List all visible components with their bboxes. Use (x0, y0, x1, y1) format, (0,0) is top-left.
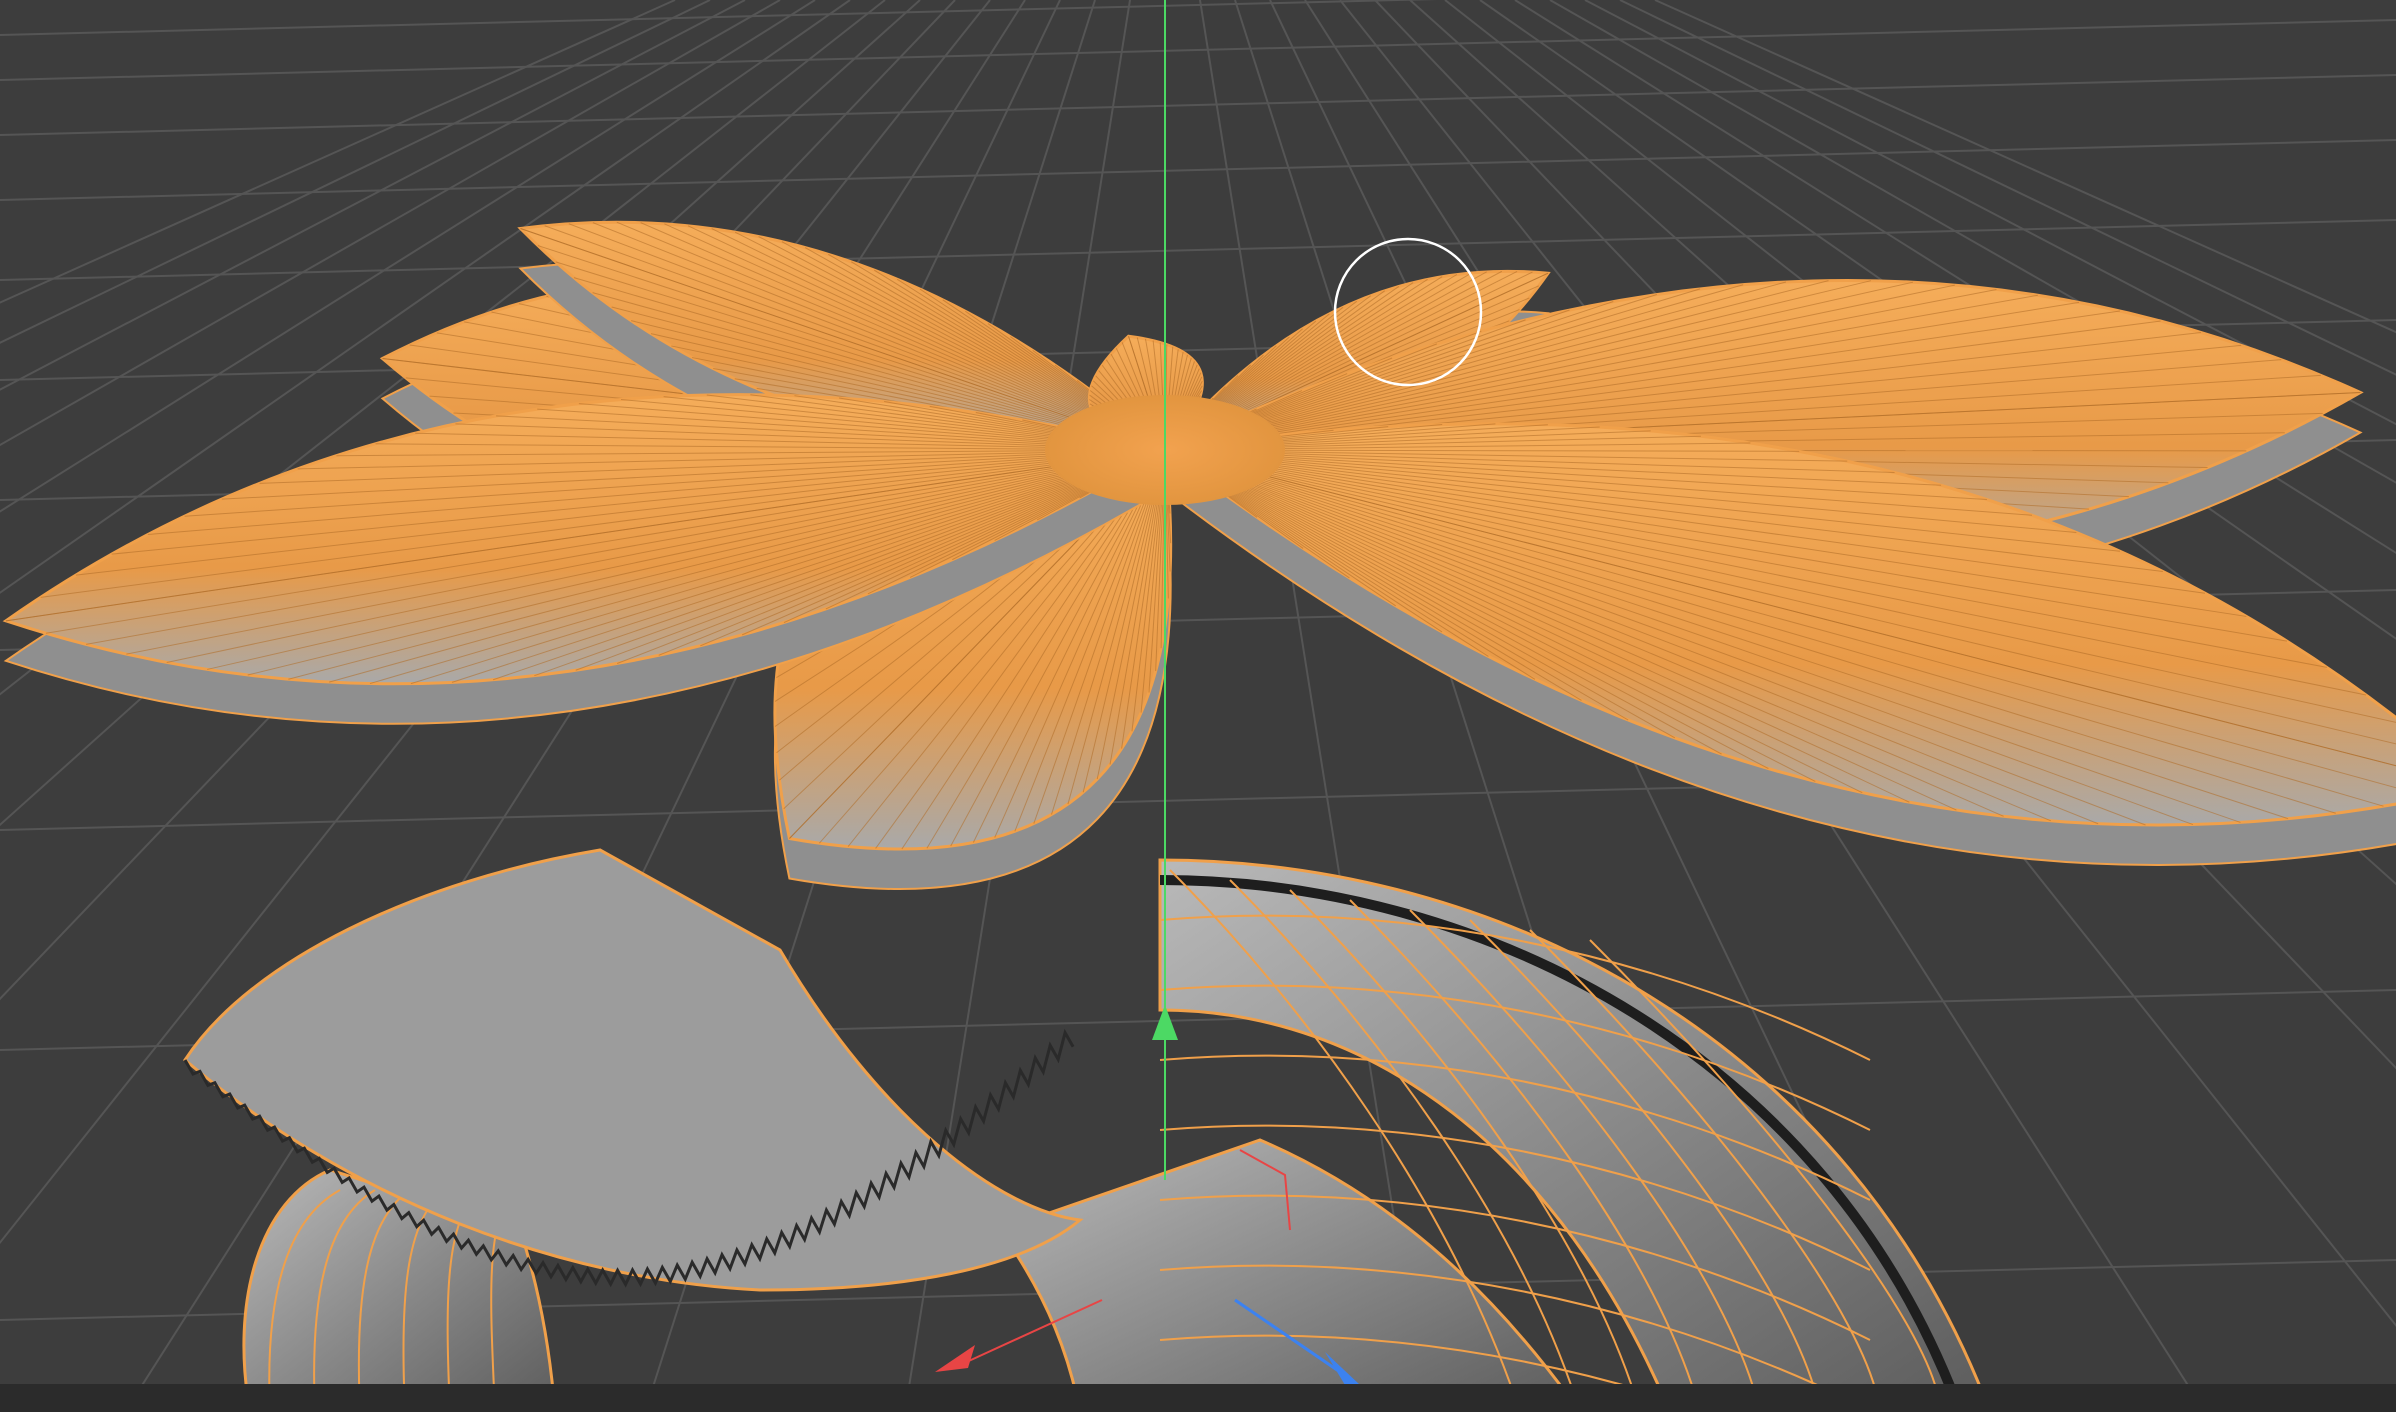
flower-mesh[interactable] (2, 220, 2396, 1292)
status-bar (0, 1384, 2396, 1412)
3d-viewport[interactable] (0, 0, 2396, 1412)
